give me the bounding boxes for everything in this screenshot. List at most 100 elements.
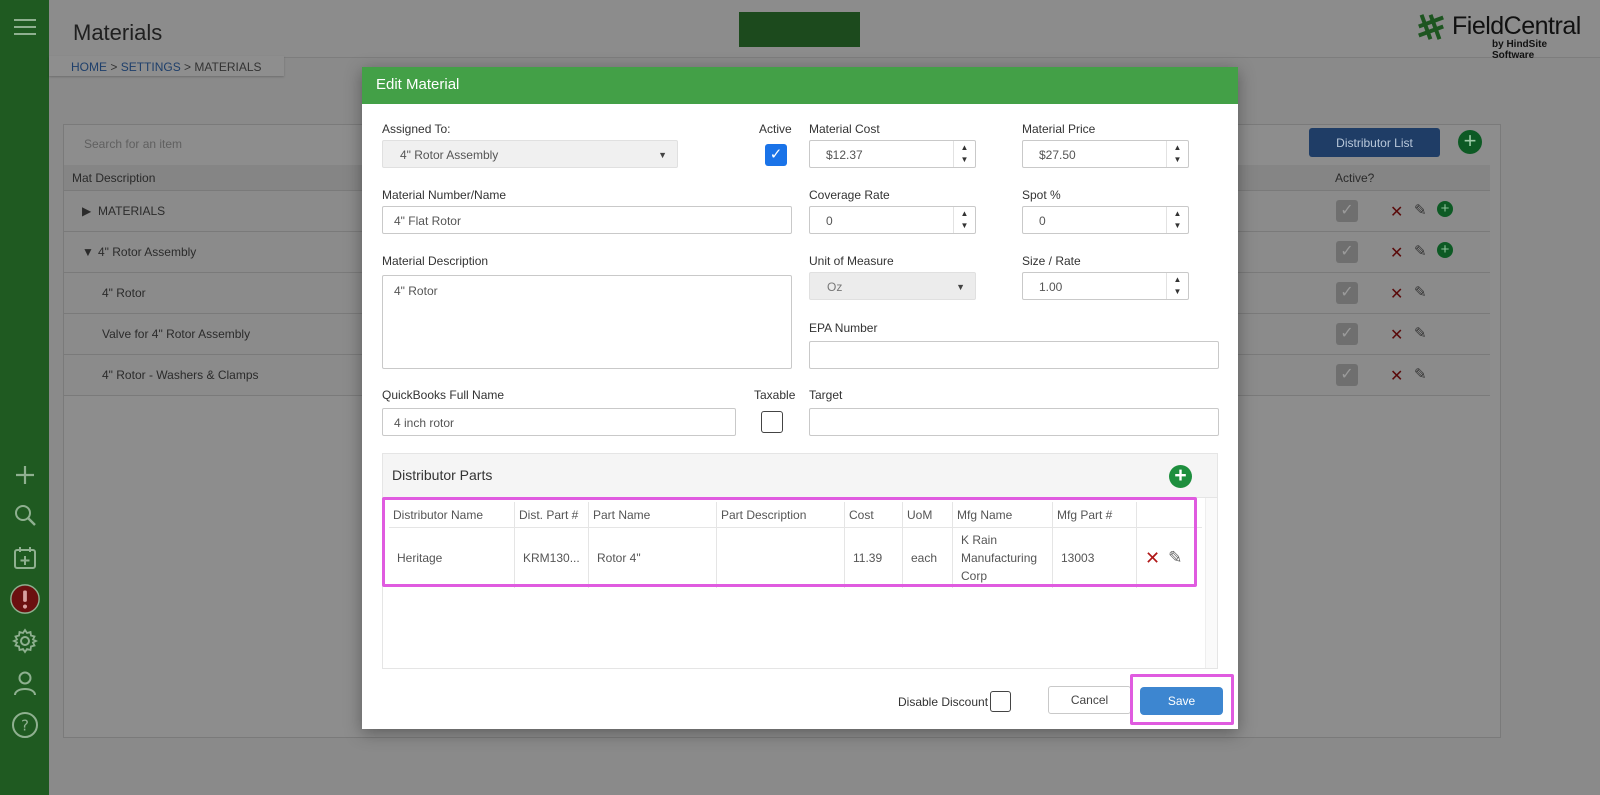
- edit-material-dialog: Edit Material Assigned To: 4" Rotor Asse…: [362, 67, 1238, 729]
- delete-icon[interactable]: ✕: [1390, 202, 1403, 222]
- material-description-textarea[interactable]: 4" Rotor: [382, 275, 792, 369]
- breadcrumb: HOME > SETTINGS > MATERIALS: [49, 56, 284, 76]
- delete-icon[interactable]: ✕: [1390, 366, 1403, 386]
- assigned-to-select[interactable]: 4" Rotor Assembly ▼: [382, 140, 678, 168]
- alert-icon[interactable]: [9, 583, 41, 615]
- part-description-cell: [717, 528, 845, 588]
- dialog-title: Edit Material: [362, 67, 1238, 104]
- add-child-icon[interactable]: +: [1437, 242, 1453, 258]
- epa-number-label: EPA Number: [809, 321, 878, 335]
- save-button[interactable]: Save: [1140, 687, 1223, 715]
- calendar-add-icon[interactable]: [9, 542, 41, 574]
- stepper-icon[interactable]: ▲ ▼: [1166, 207, 1188, 233]
- gear-icon[interactable]: [9, 625, 41, 657]
- table-row[interactable]: Heritage KRM130... Rotor 4" 11.39 each K…: [389, 528, 1202, 588]
- taxable-checkbox[interactable]: [761, 411, 783, 433]
- add-material-icon[interactable]: +: [1458, 130, 1482, 154]
- logo-subtitle: by HindSite Software: [1492, 39, 1548, 61]
- row-toggle-icon[interactable]: ▼: [82, 245, 94, 259]
- active-label: Active: [759, 122, 792, 136]
- stepper-icon[interactable]: ▲ ▼: [953, 141, 975, 167]
- material-cost-input[interactable]: $12.37 ▲ ▼: [809, 140, 976, 168]
- column-header: Cost: [845, 502, 903, 527]
- coverage-rate-value: 0: [826, 214, 833, 228]
- assigned-to-value: 4" Rotor Assembly: [400, 148, 499, 162]
- page-title: Materials: [73, 20, 163, 45]
- stepper-icon[interactable]: ▲ ▼: [1166, 141, 1188, 167]
- distributor-list-button[interactable]: Distributor List: [1309, 128, 1440, 157]
- cost-cell: 11.39: [845, 528, 903, 588]
- edit-icon[interactable]: ✎: [1414, 365, 1427, 383]
- target-label: Target: [809, 388, 843, 402]
- column-header: Part Name: [589, 502, 717, 527]
- add-icon[interactable]: [9, 459, 41, 491]
- stepper-icon[interactable]: ▲ ▼: [1166, 273, 1188, 299]
- disable-discount-checkbox[interactable]: [990, 691, 1011, 712]
- row-label: MATERIALS: [98, 204, 166, 218]
- logo-name: FieldCentral: [1452, 12, 1581, 40]
- distributor-name-cell: Heritage: [389, 528, 515, 588]
- epa-number-input[interactable]: [809, 341, 1219, 369]
- column-header: UoM: [903, 502, 953, 527]
- material-number-input[interactable]: 4" Flat Rotor: [382, 206, 792, 234]
- user-icon[interactable]: [9, 667, 41, 699]
- delete-icon[interactable]: ✕: [1390, 284, 1403, 304]
- row-actions: ✕ ✎: [1137, 528, 1202, 588]
- column-header: Mfg Part #: [1053, 502, 1137, 527]
- breadcrumb-settings[interactable]: SETTINGS: [121, 60, 181, 74]
- top-bar: Materials FieldCentral by HindSite Softw…: [49, 0, 1600, 61]
- unit-of-measure-select[interactable]: Oz ▼: [809, 272, 976, 300]
- column-header-description: Mat Description: [72, 171, 156, 185]
- breadcrumb-home[interactable]: HOME: [71, 60, 107, 74]
- column-header-active: Active?: [1335, 171, 1375, 185]
- part-name-cell: Rotor 4": [589, 528, 717, 588]
- table-header: Distributor Name Dist. Part # Part Name …: [389, 502, 1202, 528]
- row-toggle-icon[interactable]: ▶: [82, 204, 91, 218]
- size-rate-label: Size / Rate: [1022, 254, 1081, 268]
- help-icon[interactable]: ?: [9, 709, 41, 741]
- cancel-button[interactable]: Cancel: [1048, 686, 1131, 714]
- dist-part-cell: KRM130...: [515, 528, 589, 588]
- edit-icon[interactable]: ✎: [1414, 324, 1427, 342]
- edit-icon[interactable]: ✎: [1414, 242, 1427, 260]
- svg-text:?: ?: [21, 717, 29, 735]
- active-checkbox[interactable]: ✓: [1336, 241, 1358, 263]
- edit-icon[interactable]: ✎: [1168, 548, 1182, 568]
- target-input[interactable]: [809, 408, 1219, 436]
- distributor-parts-table: Distributor Name Dist. Part # Part Name …: [389, 502, 1202, 588]
- active-checkbox[interactable]: ✓: [1336, 282, 1358, 304]
- stepper-icon[interactable]: ▲ ▼: [953, 207, 975, 233]
- breadcrumb-current: MATERIALS: [194, 60, 262, 74]
- size-rate-input[interactable]: 1.00 ▲ ▼: [1022, 272, 1189, 300]
- delete-icon[interactable]: ✕: [1390, 325, 1403, 345]
- row-label: 4" Rotor: [102, 286, 146, 300]
- coverage-rate-input[interactable]: 0 ▲ ▼: [809, 206, 976, 234]
- active-checkbox[interactable]: ✓: [765, 144, 787, 166]
- delete-icon[interactable]: ✕: [1390, 243, 1403, 263]
- coverage-rate-label: Coverage Rate: [809, 188, 890, 202]
- spot-input[interactable]: 0 ▲ ▼: [1022, 206, 1189, 234]
- distributor-parts-header: Distributor Parts +: [383, 454, 1217, 498]
- chevron-down-icon: ▼: [658, 150, 667, 160]
- assigned-to-label: Assigned To:: [382, 122, 451, 136]
- add-child-icon[interactable]: +: [1437, 201, 1453, 217]
- material-description-label: Material Description: [382, 254, 489, 268]
- distributor-parts-title: Distributor Parts: [392, 467, 493, 483]
- search-input[interactable]: Search for an item: [84, 137, 182, 151]
- row-label: Valve for 4" Rotor Assembly: [102, 327, 251, 341]
- active-checkbox[interactable]: ✓: [1336, 323, 1358, 345]
- scrollbar[interactable]: [1205, 498, 1217, 668]
- delete-icon[interactable]: ✕: [1145, 548, 1160, 569]
- active-checkbox[interactable]: ✓: [1336, 200, 1358, 222]
- row-label: 4" Rotor Assembly: [98, 245, 197, 259]
- menu-icon[interactable]: [9, 11, 41, 43]
- add-distributor-part-icon[interactable]: +: [1169, 465, 1192, 488]
- search-icon[interactable]: [9, 499, 41, 531]
- quickbooks-name-label: QuickBooks Full Name: [382, 388, 505, 402]
- sidebar: ?: [0, 0, 49, 795]
- edit-icon[interactable]: ✎: [1414, 201, 1427, 219]
- active-checkbox[interactable]: ✓: [1336, 364, 1358, 386]
- edit-icon[interactable]: ✎: [1414, 283, 1427, 301]
- material-price-input[interactable]: $27.50 ▲ ▼: [1022, 140, 1189, 168]
- quickbooks-name-input[interactable]: 4 inch rotor: [382, 408, 736, 436]
